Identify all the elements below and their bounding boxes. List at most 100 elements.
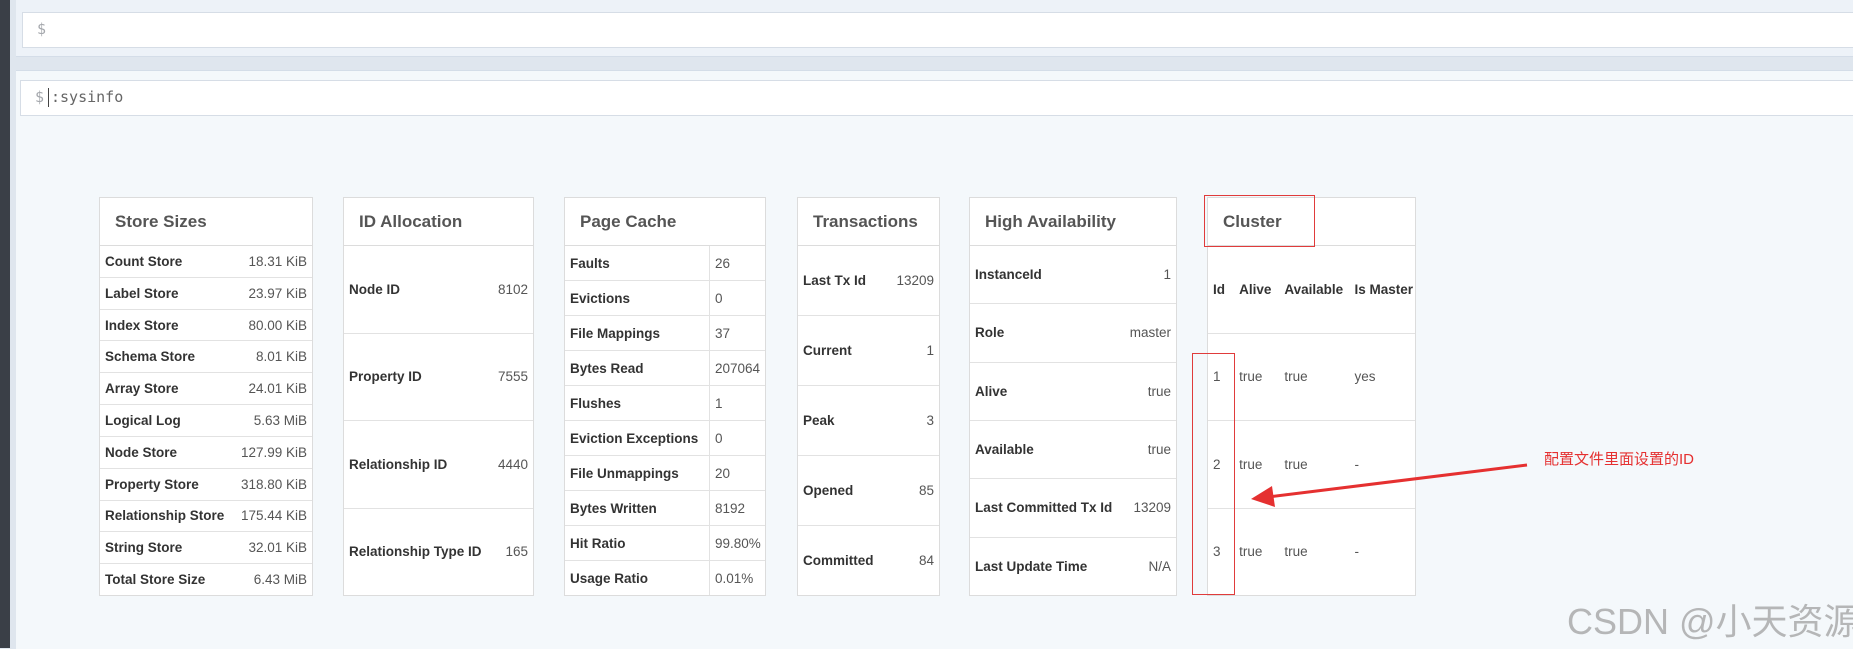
- id-allocation-table: ID Allocation Node ID 8102 Property ID 7555…: [343, 197, 534, 596]
- row-key: Property ID: [349, 369, 422, 385]
- row-key: Node ID: [349, 281, 401, 297]
- table-row: Array Store 24.01 KiB: [100, 373, 312, 406]
- table-row: File Unmappings 20: [565, 456, 765, 491]
- row-value: 37: [709, 316, 765, 350]
- transactions-table: Transactions Last Tx Id 13209 Current 1 Peak…: [797, 197, 940, 596]
- row-value: true: [1147, 383, 1171, 399]
- id-column-highlight: [1192, 353, 1235, 595]
- store-sizes-table: Store Sizes Count Store 18.31 KiB Label St…: [99, 197, 313, 596]
- table-row: Relationship Store 175.44 KiB: [100, 501, 312, 533]
- row-value: 18.31 KiB: [248, 253, 307, 269]
- row-key: Relationship ID: [349, 456, 448, 472]
- row-key: Eviction Exceptions: [570, 430, 699, 446]
- top-command-editor[interactable]: $: [22, 12, 1853, 48]
- table-row: Committed 84: [798, 526, 939, 595]
- row-key: InstanceId: [975, 267, 1042, 283]
- row-value: 207064: [709, 351, 765, 385]
- row-key: Committed: [803, 553, 874, 568]
- table-title: ID Allocation: [344, 198, 533, 246]
- row-value: 13209: [1133, 500, 1171, 516]
- row-key: Peak: [803, 413, 835, 428]
- row-value: 7555: [497, 369, 528, 385]
- table-row: Last Committed Tx Id 13209: [970, 479, 1176, 538]
- annotation-label: 配置文件里面设置的ID: [1544, 451, 1695, 468]
- row-key: Alive: [975, 383, 1008, 399]
- row-value: 175.44 KiB: [240, 508, 307, 524]
- row-value: 4440: [497, 456, 528, 472]
- row-key: Available: [975, 442, 1034, 458]
- row-key: Array Store: [105, 381, 179, 397]
- row-key: Current: [803, 343, 852, 358]
- row-value: 24.01 KiB: [248, 381, 307, 397]
- page-cache-table: Page Cache Faults 26 Evictions 0 File Mappin…: [564, 197, 766, 596]
- row-value: N/A: [1148, 558, 1171, 574]
- table-row: Bytes Written 8192: [565, 491, 765, 526]
- table-title: Page Cache: [565, 198, 765, 246]
- row-value: 127.99 KiB: [240, 444, 307, 460]
- table-row: Relationship Type ID 165: [344, 509, 533, 596]
- table-row: Count Store 18.31 KiB: [100, 246, 312, 278]
- command-text: :sysinfo: [51, 88, 124, 106]
- row-value: 3: [926, 413, 934, 428]
- row-key: Total Store Size: [105, 572, 206, 588]
- table-title: High Availability: [970, 198, 1176, 246]
- table-row: Node Store 127.99 KiB: [100, 437, 312, 469]
- previous-frame: $: [16, 0, 1853, 57]
- table-row: Bytes Read 207064: [565, 351, 765, 386]
- row-value: 0: [709, 421, 765, 455]
- column-header: Alive: [1239, 281, 1272, 297]
- table-row: String Store 32.01 KiB: [100, 532, 312, 565]
- command-editor[interactable]: $ :sysinfo: [20, 80, 1853, 116]
- row-key: Opened: [803, 483, 854, 498]
- row-key: Usage Ratio: [570, 570, 649, 586]
- row-key: Count Store: [105, 253, 183, 269]
- cluster-cell: true: [1284, 544, 1308, 560]
- cluster-cell: -: [1354, 544, 1359, 560]
- table-row: Flushes 1: [565, 386, 765, 421]
- row-value: 1: [1163, 267, 1171, 283]
- cluster-header-row: Id Alive Available Is Master: [1208, 246, 1415, 334]
- cluster-row: 2 true true -: [1208, 421, 1415, 509]
- row-key: Bytes Written: [570, 500, 657, 516]
- watermark: CSDN @小天资源: [1567, 601, 1853, 642]
- column-header: Id: [1213, 281, 1225, 297]
- table-row: Property Store 318.80 KiB: [100, 469, 312, 501]
- cluster-cell: true: [1239, 456, 1263, 472]
- row-value: 80.00 KiB: [248, 317, 307, 333]
- row-value: 99.80%: [709, 526, 765, 560]
- cluster-row: 1 true true yes: [1208, 334, 1415, 421]
- table-row: Index Store 80.00 KiB: [100, 310, 312, 342]
- table-row: Relationship ID 4440: [344, 421, 533, 509]
- table-row: Evictions 0: [565, 281, 765, 316]
- cluster-table: Cluster Id Alive Available Is Master 1 true tr…: [1207, 197, 1416, 596]
- row-value: 165: [505, 544, 528, 560]
- row-value: 318.80 KiB: [240, 476, 307, 492]
- table-row: Peak 3: [798, 386, 939, 456]
- table-row: Hit Ratio 99.80%: [565, 526, 765, 561]
- table-row: Available true: [970, 421, 1176, 480]
- row-key: Hit Ratio: [570, 535, 626, 551]
- row-key: Relationship Type ID: [349, 544, 482, 560]
- row-value: 0: [709, 281, 765, 315]
- column-header: Available: [1284, 281, 1344, 297]
- prompt-symbol: $: [35, 88, 45, 106]
- table-row: Last Tx Id 13209: [798, 246, 939, 316]
- row-key: Last Update Time: [975, 558, 1088, 574]
- cluster-cell: true: [1239, 544, 1263, 560]
- table-row: Property ID 7555: [344, 334, 533, 421]
- row-key: Bytes Read: [570, 360, 644, 376]
- column-header: Is Master: [1354, 281, 1414, 297]
- row-key: Property Store: [105, 476, 199, 492]
- row-value: 8.01 KiB: [255, 349, 307, 365]
- row-value: master: [1129, 325, 1171, 341]
- row-value: 13209: [896, 273, 934, 288]
- table-row: File Mappings 37: [565, 316, 765, 351]
- row-key: File Mappings: [570, 325, 661, 341]
- table-row: Current 1: [798, 316, 939, 386]
- row-key: String Store: [105, 540, 183, 556]
- table-row: Eviction Exceptions 0: [565, 421, 765, 456]
- row-key: Role: [975, 325, 1005, 341]
- left-sidebar-strip: [0, 0, 10, 648]
- row-key: Flushes: [570, 395, 622, 411]
- table-row: Opened 85: [798, 456, 939, 526]
